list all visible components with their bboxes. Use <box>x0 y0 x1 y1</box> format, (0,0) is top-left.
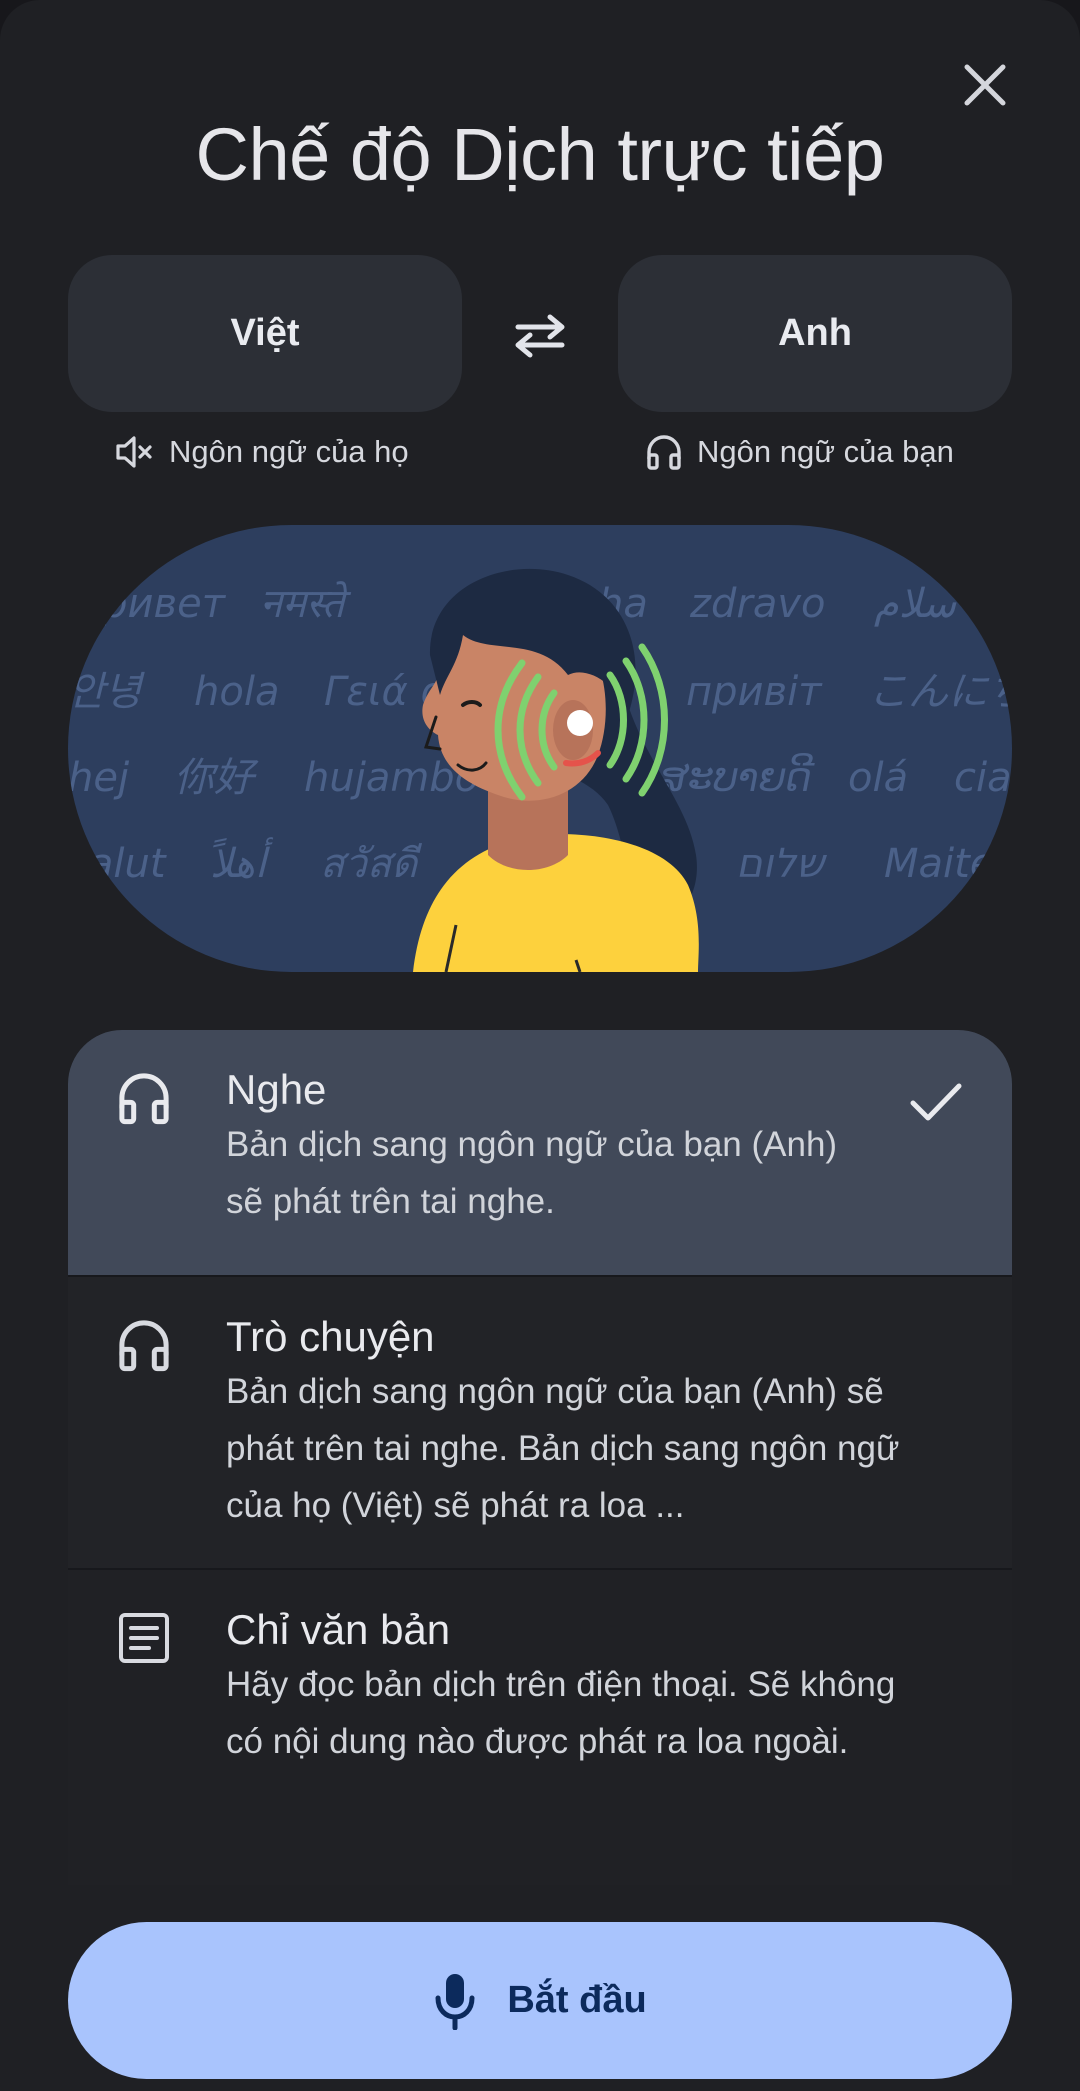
hero-word: Maite <box>884 841 994 887</box>
hero-word: hej <box>68 755 130 801</box>
option-description: Bản dịch sang ngôn ngữ của bạn (Anh) sẽ … <box>226 1372 900 1525</box>
page-title: Chế độ Dịch trực tiếp <box>195 113 885 196</box>
hero-word: 안녕 <box>68 669 146 715</box>
option-description: Bản dịch sang ngôn ngữ của bạn (Anh) sẽ … <box>226 1125 838 1221</box>
hero-word: ສະບາຍດີ <box>658 753 815 801</box>
hero-word: سلام <box>874 581 957 627</box>
document-icon <box>116 1610 172 1666</box>
source-language-label: Việt <box>230 312 300 354</box>
option-text-only[interactable]: Chỉ văn bản Hãy đọc bản dịch trên điện t… <box>68 1570 1012 1885</box>
hero-word: こんにち <box>868 669 1012 715</box>
option-conversation[interactable]: Trò chuyện Bản dịch sang ngôn ngữ của bạ… <box>68 1277 1012 1570</box>
hero-word: zdravo <box>689 581 826 627</box>
target-language-label: Anh <box>778 312 852 354</box>
hero-word: привіт <box>686 669 823 715</box>
hero-word: नमस्ते <box>260 581 352 627</box>
listening-mode-options: Nghe Bản dịch sang ngôn ngữ của bạn (Anh… <box>68 1030 1012 1885</box>
headphones-icon <box>647 435 681 470</box>
hero-word: hola <box>194 669 279 715</box>
target-caption-text: Ngôn ngữ của bạn <box>697 434 954 469</box>
hero-word: cia <box>954 755 1012 801</box>
start-button[interactable]: Bắt đầu <box>68 1922 1012 2079</box>
source-language-caption: Ngôn ngữ của họ <box>115 428 409 476</box>
hero-word: salut <box>68 841 167 887</box>
headphones-icon <box>116 1317 172 1373</box>
speaker-muted-icon <box>116 436 152 468</box>
target-language-caption: Ngôn ngữ của bạn <box>645 428 954 476</box>
hero-word: привет <box>76 581 227 627</box>
option-title: Trò chuyện <box>226 1313 435 1360</box>
headphones-icon <box>116 1070 172 1126</box>
swap-languages-button[interactable] <box>500 300 580 370</box>
source-caption-text: Ngôn ngữ của họ <box>169 434 409 469</box>
swap-icon <box>515 314 565 358</box>
source-language-button[interactable]: Việt <box>68 255 462 412</box>
hero-word: שלום <box>736 841 827 887</box>
person-with-earbud-illustration: привет नमस्ते ha zdravo سلام 안녕 hola Γει… <box>68 568 1012 972</box>
hero-word: 你好 <box>174 755 259 801</box>
option-description: Hãy đọc bản dịch trên điện thoại. Sẽ khô… <box>226 1665 896 1761</box>
option-title: Nghe <box>226 1066 327 1113</box>
check-icon <box>906 1072 966 1132</box>
hero-word: أهلاً <box>210 837 274 887</box>
hero-word: olá <box>848 755 908 801</box>
translate-sheet: Chế độ Dịch trực tiếp Việt Anh Ngôn ngữ … <box>0 0 1080 2091</box>
option-title: Chỉ văn bản <box>226 1606 451 1653</box>
option-listen[interactable]: Nghe Bản dịch sang ngôn ngữ của bạn (Anh… <box>68 1030 1012 1277</box>
close-icon <box>964 64 1006 106</box>
hero-word: สวัสดี <box>320 841 422 887</box>
mic-icon <box>435 1973 475 2030</box>
start-button-label: Bắt đầu <box>507 1979 647 2021</box>
target-language-button[interactable]: Anh <box>618 255 1012 412</box>
hero-illustration: привет नमस्ते ha zdravo سلام 안녕 hola Γει… <box>68 525 1012 972</box>
